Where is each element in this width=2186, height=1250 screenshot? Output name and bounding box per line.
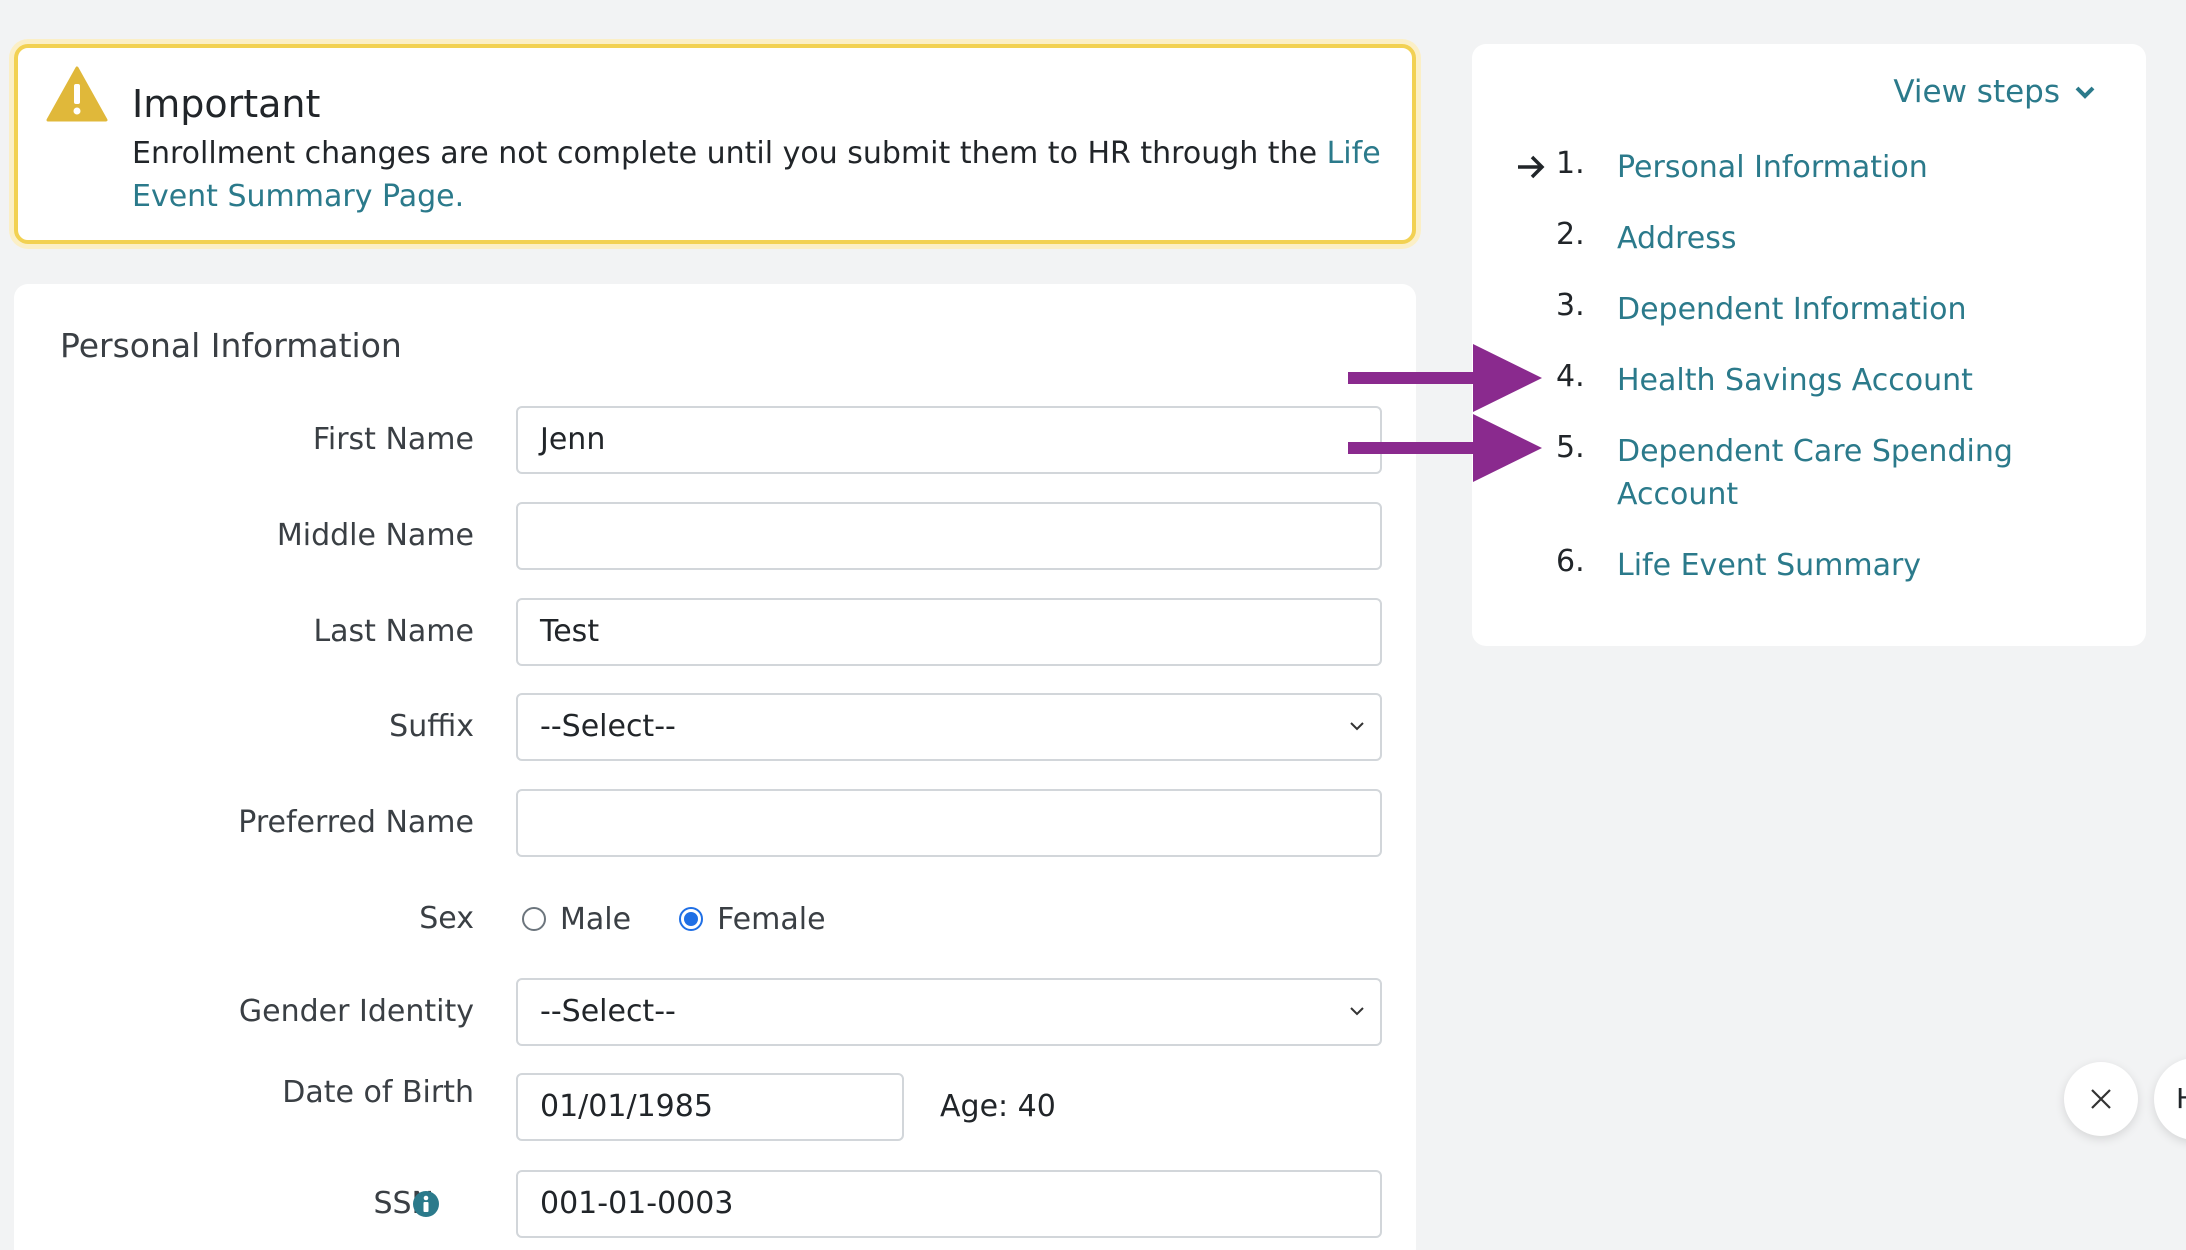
page: Important Enrollment changes are not com… — [0, 0, 2186, 1250]
sex-option-male[interactable]: Male — [522, 902, 631, 937]
step-number: 6. — [1556, 544, 1585, 579]
important-alert: Important Enrollment changes are not com… — [14, 44, 1416, 244]
step-number: 3. — [1556, 288, 1585, 323]
warning-icon — [46, 66, 108, 122]
male-radio[interactable] — [522, 907, 546, 931]
suffix-select[interactable]: --Select-- — [516, 693, 1382, 761]
preferred-name-label: Preferred Name — [238, 805, 474, 840]
female-radio[interactable] — [679, 907, 704, 931]
suffix-selected-value: --Select-- — [540, 709, 676, 744]
sex-radio-group: Male Female — [522, 885, 874, 953]
alert-title: Important — [132, 82, 321, 126]
date-of-birth-input[interactable]: 01/01/1985 — [516, 1073, 904, 1141]
male-label: Male — [560, 901, 632, 937]
chevron-down-icon — [1350, 1007, 1364, 1016]
female-label: Female — [717, 901, 826, 937]
personal-information-card: Personal Information First Name Jenn Mid… — [14, 284, 1416, 1250]
ssn-input[interactable]: 001-01-0003 — [516, 1170, 1382, 1238]
first-name-row: First Name Jenn — [14, 406, 1416, 474]
sex-label: Sex — [419, 901, 474, 936]
gender-identity-row: Gender Identity --Select-- — [14, 978, 1416, 1046]
annotation-arrow-icon — [1348, 414, 1542, 482]
middle-name-label: Middle Name — [276, 518, 474, 553]
step-label[interactable]: Dependent Care Spending Account — [1617, 430, 2047, 516]
last-name-label: Last Name — [313, 614, 474, 649]
step-number: 1. — [1556, 146, 1585, 181]
first-name-label: First Name — [312, 422, 474, 457]
view-steps-toggle[interactable]: View steps — [1893, 74, 2096, 110]
step-label[interactable]: Address — [1617, 217, 2047, 260]
close-button[interactable] — [2064, 1062, 2138, 1136]
info-icon[interactable] — [412, 1190, 440, 1218]
suffix-row: Suffix --Select-- — [14, 693, 1416, 761]
date-of-birth-row: Date of Birth 01/01/1985 Age: 40 — [14, 1073, 1416, 1141]
last-name-row: Last Name Test — [14, 598, 1416, 666]
section-title: Personal Information — [60, 326, 402, 365]
arrow-right-icon — [1518, 155, 1545, 179]
preferred-name-input[interactable] — [516, 789, 1382, 857]
suffix-label: Suffix — [389, 709, 474, 744]
steps-panel: View steps 1. Personal Information 2. Ad… — [1472, 44, 2146, 646]
step-number: 5. — [1556, 430, 1585, 465]
help-button-label: H — [2176, 1082, 2186, 1115]
ssn-row: SSN 001-01-0003 — [14, 1170, 1416, 1238]
step-label[interactable]: Dependent Information — [1617, 288, 2047, 331]
gender-identity-selected-value: --Select-- — [540, 994, 676, 1029]
close-icon — [2091, 1089, 2111, 1109]
last-name-input[interactable]: Test — [516, 598, 1382, 666]
step-number: 4. — [1556, 359, 1585, 394]
middle-name-input[interactable] — [516, 502, 1382, 570]
sex-option-female[interactable]: Female — [679, 901, 826, 937]
step-number: 2. — [1556, 217, 1585, 252]
step-label[interactable]: Personal Information — [1617, 146, 2047, 189]
step-label[interactable]: Life Event Summary — [1617, 544, 2047, 587]
sex-row: Sex Male Female — [14, 885, 1416, 953]
alert-body: Enrollment changes are not complete unti… — [132, 132, 1402, 218]
help-button[interactable]: H — [2154, 1058, 2186, 1140]
alert-body-text: Enrollment changes are not complete unti… — [132, 136, 1327, 171]
date-of-birth-label: Date of Birth — [282, 1075, 474, 1110]
step-label[interactable]: Health Savings Account — [1617, 359, 2047, 402]
gender-identity-select[interactable]: --Select-- — [516, 978, 1382, 1046]
view-steps-label: View steps — [1893, 74, 2060, 110]
chevron-down-icon — [1350, 722, 1364, 731]
middle-name-row: Middle Name — [14, 502, 1416, 570]
preferred-name-row: Preferred Name — [14, 789, 1416, 857]
first-name-input[interactable]: Jenn — [516, 406, 1382, 474]
chevron-down-icon — [2075, 86, 2095, 99]
age-display: Age: 40 — [940, 1089, 1056, 1124]
gender-identity-label: Gender Identity — [238, 994, 474, 1029]
annotation-arrow-icon — [1348, 344, 1542, 412]
